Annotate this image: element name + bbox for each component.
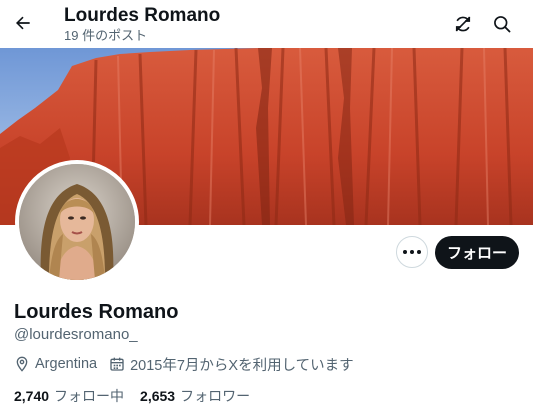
search-button[interactable] <box>485 7 519 41</box>
followers-count: 2,653 <box>140 388 176 404</box>
location-pin-icon <box>16 356 28 372</box>
joined-text: 2015年7月からXを利用しています <box>130 357 354 374</box>
more-horizontal-icon <box>403 250 407 254</box>
following-link[interactable]: 2,740 フォロー中 <box>14 387 124 405</box>
following-label: フォロー中 <box>54 388 125 404</box>
refresh-button[interactable] <box>446 7 480 41</box>
more-dot <box>410 250 414 254</box>
post-count: 19 件のポスト <box>64 28 148 43</box>
header-name: Lourdes Romano <box>64 5 221 26</box>
location-text: Argentina <box>35 356 98 372</box>
top-bar: Lourdes Romano 19 件のポスト <box>0 0 533 48</box>
search-icon <box>494 16 511 33</box>
avatar[interactable] <box>15 160 139 284</box>
arrow-left-icon <box>16 16 30 30</box>
display-name: Lourdes Romano <box>14 301 179 323</box>
follow-stats: 2,740 フォロー中 2,653 フォロワー <box>14 387 266 405</box>
joined-item: 2015年7月からXを利用しています <box>109 354 354 375</box>
more-dot <box>417 250 421 254</box>
more-options-button[interactable] <box>396 236 428 268</box>
followers-link[interactable]: 2,653 フォロワー <box>140 387 250 405</box>
profile-meta: Argentina 2015年7月からXを利用しています <box>14 354 354 374</box>
following-count: 2,740 <box>14 388 50 404</box>
avatar-image <box>19 164 135 280</box>
location-item: Argentina <box>14 356 97 372</box>
follow-button[interactable]: フォロー <box>435 236 519 269</box>
back-button[interactable] <box>6 6 40 40</box>
refresh-icon <box>455 16 471 32</box>
handle: @lourdesromano_ <box>14 326 138 343</box>
calendar-icon <box>110 357 124 371</box>
followers-label: フォロワー <box>180 388 251 404</box>
